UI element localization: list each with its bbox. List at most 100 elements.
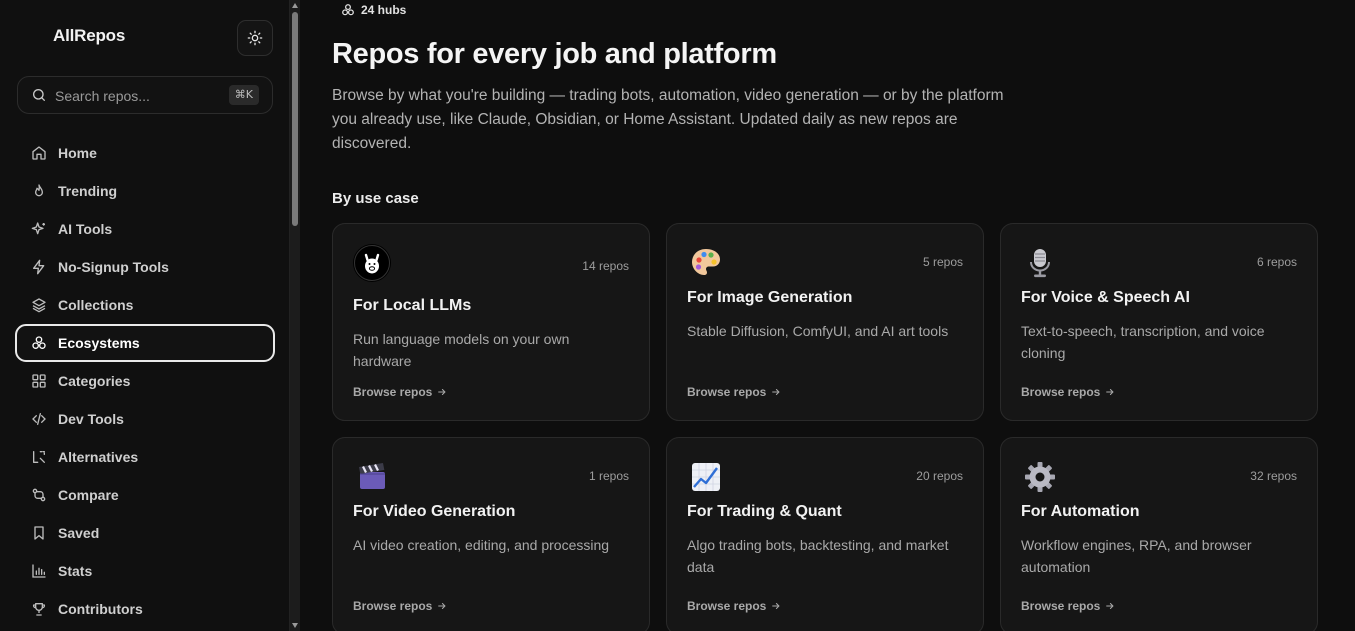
sidebar-item-home[interactable]: Home: [15, 134, 275, 172]
browse-repos-link[interactable]: Browse repos: [1021, 385, 1115, 399]
sidebar-item-label: AI Tools: [58, 221, 113, 237]
sidebar-item-categories[interactable]: Categories: [15, 362, 275, 400]
layers-icon: [30, 296, 48, 314]
scroll-thumb[interactable]: [292, 12, 298, 226]
repo-count: 6 repos: [1256, 255, 1297, 269]
card-description: Workflow engines, RPA, and browser autom…: [1021, 537, 1252, 575]
sidebar-item-label: Contributors: [58, 601, 143, 617]
card-title: For Voice & Speech AI: [1021, 289, 1190, 306]
sidebar-item-label: Stats: [58, 563, 93, 579]
gear-icon: [1021, 458, 1059, 496]
card-image-generation[interactable]: 5 repos For Image Generation Stable Diff…: [666, 223, 984, 421]
repo-count: 20 repos: [916, 469, 963, 483]
page-description: Browse by what you're building — trading…: [332, 87, 1004, 152]
sidebar-item-label: Trending: [58, 183, 118, 199]
sidebar: AllRepos Search repos... ⌘K Home Trendin…: [0, 0, 289, 631]
microphone-icon: [1021, 244, 1059, 282]
sidebar-item-no-signup-tools[interactable]: No-Signup Tools: [15, 248, 275, 286]
card-voice-speech-ai[interactable]: 6 repos For Voice & Speech AI Text-to-sp…: [1000, 223, 1318, 421]
card-title: For Local LLMs: [353, 297, 472, 314]
sidebar-item-ai-tools[interactable]: AI Tools: [15, 210, 275, 248]
arrow-right-icon: [1106, 602, 1115, 610]
sidebar-scrollbar[interactable]: [289, 0, 300, 631]
page-title: Repos for every job and platform: [332, 38, 777, 70]
bookmark-icon: [30, 524, 48, 542]
sidebar-item-collections[interactable]: Collections: [15, 286, 275, 324]
grid-icon: [30, 372, 48, 390]
llama-icon: [353, 244, 391, 282]
arrow-right-icon: [772, 602, 781, 610]
sidebar-item-contributors[interactable]: Contributors: [15, 590, 275, 628]
browse-repos-link[interactable]: Browse repos: [687, 385, 781, 399]
card-automation[interactable]: 32 repos For Automation Workflow engines…: [1000, 437, 1318, 631]
sidebar-item-dev-tools[interactable]: Dev Tools: [15, 400, 275, 438]
sidebar-item-alternatives[interactable]: Alternatives: [15, 438, 275, 476]
code-icon: [30, 410, 48, 428]
sidebar-item-compare[interactable]: Compare: [15, 476, 275, 514]
card-video-generation[interactable]: 1 repos For Video Generation AI video cr…: [332, 437, 650, 631]
browse-label: Browse repos: [353, 599, 433, 613]
search-placeholder: Search repos...: [55, 88, 150, 104]
sidebar-nav: Home Trending AI Tools No-Signup Tools C…: [15, 134, 275, 628]
sidebar-item-label: No-Signup Tools: [58, 259, 169, 275]
palette-icon: [687, 244, 725, 282]
sidebar-item-label: Collections: [58, 297, 134, 313]
sidebar-item-label: Home: [58, 145, 97, 161]
chart-increasing-icon: [687, 458, 725, 496]
card-description: Run language models on your own hardware: [353, 331, 570, 369]
sidebar-item-label: Ecosystems: [58, 335, 140, 351]
arrow-right-icon: [1106, 388, 1115, 396]
card-title: For Image Generation: [687, 289, 853, 306]
sidebar-item-stats[interactable]: Stats: [15, 552, 275, 590]
hubs-count: 24 hubs: [361, 3, 407, 17]
compare-icon: [30, 486, 48, 504]
browse-repos-link[interactable]: Browse repos: [353, 599, 447, 613]
hubs-badge: 24 hubs: [341, 3, 406, 17]
repo-count: 32 repos: [1250, 469, 1297, 483]
search-icon: [33, 89, 45, 101]
repo-count: 5 repos: [922, 255, 963, 269]
card-local-llms[interactable]: 14 repos For Local LLMs Run language mod…: [332, 223, 650, 421]
home-icon: [30, 144, 48, 162]
bar-chart-icon: [30, 562, 48, 580]
browse-label: Browse repos: [1021, 599, 1101, 613]
ecosystem-icon: [342, 4, 354, 16]
browse-label: Browse repos: [687, 385, 767, 399]
sidebar-item-label: Alternatives: [58, 449, 139, 465]
zap-icon: [30, 258, 48, 276]
card-title: For Video Generation: [353, 503, 516, 520]
sidebar-item-label: Dev Tools: [58, 411, 124, 427]
card-trading-quant[interactable]: 20 repos For Trading & Quant Algo tradin…: [666, 437, 984, 631]
browse-repos-link[interactable]: Browse repos: [687, 599, 781, 613]
browse-repos-link[interactable]: Browse repos: [1021, 599, 1115, 613]
scroll-down-arrow-icon[interactable]: [292, 623, 298, 628]
trophy-icon: [30, 600, 48, 618]
card-description: Text-to-speech, transcription, and voice…: [1021, 323, 1265, 361]
card-description: Algo trading bots, backtesting, and mark…: [687, 537, 949, 575]
sidebar-item-saved[interactable]: Saved: [15, 514, 275, 552]
sidebar-item-ecosystems[interactable]: Ecosystems: [15, 324, 275, 362]
section-title: By use case: [332, 190, 419, 207]
sidebar-item-label: Categories: [58, 373, 131, 389]
repo-count: 14 repos: [582, 259, 629, 273]
sidebar-item-trending[interactable]: Trending: [15, 172, 275, 210]
browse-label: Browse repos: [1021, 385, 1101, 399]
main-content: 24 hubs Repos for every job and platform…: [300, 0, 1355, 631]
arrow-right-icon: [438, 602, 447, 610]
browse-repos-link[interactable]: Browse repos: [353, 385, 447, 399]
card-title: For Automation: [1021, 503, 1140, 520]
card-description: AI video creation, editing, and processi…: [353, 537, 610, 553]
brand-logo[interactable]: AllRepos: [53, 26, 125, 46]
clapper-icon: [353, 458, 391, 496]
flame-icon: [30, 182, 48, 200]
theme-toggle-button[interactable]: [237, 20, 273, 56]
search-input[interactable]: Search repos... ⌘K: [17, 76, 273, 114]
swap-icon: [30, 448, 48, 466]
repo-count: 1 repos: [588, 469, 629, 483]
arrow-right-icon: [772, 388, 781, 396]
search-shortcut-badge: ⌘K: [228, 85, 259, 105]
scroll-up-arrow-icon[interactable]: [292, 3, 298, 8]
sidebar-item-label: Compare: [58, 487, 119, 503]
card-description: Stable Diffusion, ComfyUI, and AI art to…: [687, 323, 949, 339]
sidebar-item-label: Saved: [58, 525, 100, 541]
